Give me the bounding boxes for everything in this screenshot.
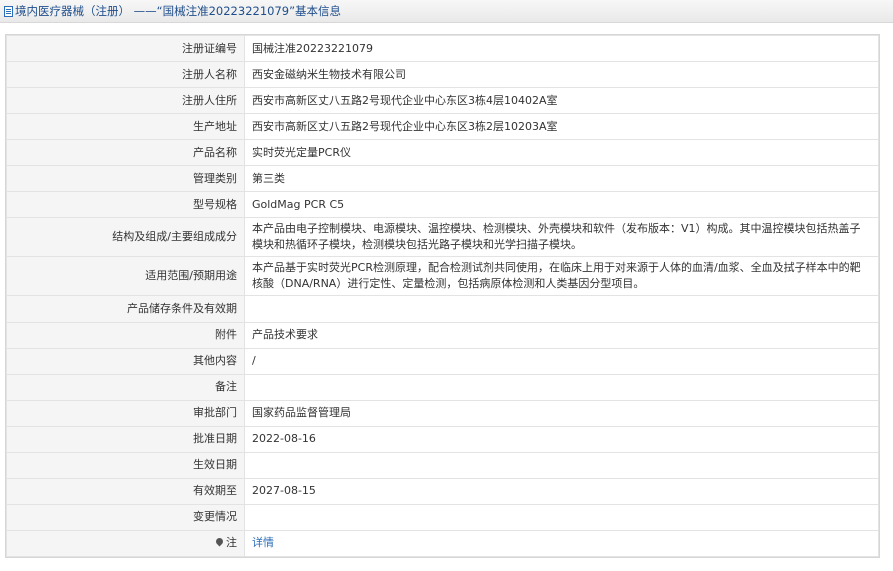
field-value-model-spec: GoldMag PCR C5 <box>244 191 879 219</box>
field-value-changes <box>244 503 879 531</box>
field-label-attachment: 附件 <box>6 321 245 349</box>
table-row: 注册人住所 西安市高新区丈八五路2号现代企业中心东区3栋4层10402A室 <box>6 87 879 115</box>
field-value-intended-use: 本产品基于实时荧光PCR检测原理，配合检测试剂共同使用，在临床上用于对来源于人体… <box>244 256 879 297</box>
field-label-management-category: 管理类别 <box>6 165 245 193</box>
field-label-remarks: 备注 <box>6 373 245 401</box>
field-value-approval-dept: 国家药品监督管理局 <box>244 399 879 427</box>
field-value-registrant-name: 西安金磁纳米生物技术有限公司 <box>244 61 879 89</box>
table-row: 有效期至 2027-08-15 <box>6 477 879 505</box>
table-row: 注册证编号 国械注准20223221079 <box>6 35 879 63</box>
table-row: 管理类别 第三类 <box>6 165 879 193</box>
field-label-note: 注 <box>6 529 245 557</box>
field-label-changes: 变更情况 <box>6 503 245 531</box>
field-label-model-spec: 型号规格 <box>6 191 245 219</box>
field-value-product-name: 实时荧光定量PCR仪 <box>244 139 879 167</box>
field-label-storage: 产品储存条件及有效期 <box>6 295 245 323</box>
field-value-remarks <box>244 373 879 401</box>
table-row: 批准日期 2022-08-16 <box>6 425 879 453</box>
table-row: 产品储存条件及有效期 <box>6 295 879 323</box>
info-table-container: 注册证编号 国械注准20223221079 注册人名称 西安金磁纳米生物技术有限… <box>5 34 880 558</box>
table-row: 变更情况 <box>6 503 879 531</box>
field-value-attachment: 产品技术要求 <box>244 321 879 349</box>
table-row: 注册人名称 西安金磁纳米生物技术有限公司 <box>6 61 879 89</box>
table-row: 型号规格 GoldMag PCR C5 <box>6 191 879 219</box>
field-value-storage <box>244 295 879 323</box>
table-row: 生产地址 西安市高新区丈八五路2号现代企业中心东区3栋2层10203A室 <box>6 113 879 141</box>
table-row: 适用范围/预期用途 本产品基于实时荧光PCR检测原理，配合检测试剂共同使用，在临… <box>6 256 879 297</box>
note-label-text: 注 <box>226 536 237 550</box>
field-value-valid-until: 2027-08-15 <box>244 477 879 505</box>
field-label-approval-dept: 审批部门 <box>6 399 245 427</box>
field-label-approval-date: 批准日期 <box>6 425 245 453</box>
field-label-product-name: 产品名称 <box>6 139 245 167</box>
info-table: 注册证编号 国械注准20223221079 注册人名称 西安金磁纳米生物技术有限… <box>6 35 879 557</box>
field-value-registrant-address: 西安市高新区丈八五路2号现代企业中心东区3栋4层10402A室 <box>244 87 879 115</box>
field-value-effective-date <box>244 451 879 479</box>
page-header: 境内医疗器械（注册） ——“国械注准20223221079”基本信息 <box>0 0 893 23</box>
table-row: 附件 产品技术要求 <box>6 321 879 349</box>
field-value-registration-no: 国械注准20223221079 <box>244 35 879 63</box>
table-row: 结构及组成/主要组成成分 本产品由电子控制模块、电源模块、温控模块、检测模块、外… <box>6 217 879 258</box>
field-label-valid-until: 有效期至 <box>6 477 245 505</box>
field-label-effective-date: 生效日期 <box>6 451 245 479</box>
field-label-registrant-address: 注册人住所 <box>6 87 245 115</box>
field-label-intended-use: 适用范围/预期用途 <box>6 256 245 297</box>
field-value-structure: 本产品由电子控制模块、电源模块、温控模块、检测模块、外壳模块和软件（发布版本：V… <box>244 217 879 258</box>
table-row: 审批部门 国家药品监督管理局 <box>6 399 879 427</box>
document-icon <box>4 5 13 17</box>
field-value-management-category: 第三类 <box>244 165 879 193</box>
field-label-registration-no: 注册证编号 <box>6 35 245 63</box>
table-row: 产品名称 实时荧光定量PCR仪 <box>6 139 879 167</box>
table-row: 注 详情 <box>6 529 879 557</box>
pin-icon <box>214 536 225 547</box>
table-row: 备注 <box>6 373 879 401</box>
field-label-registrant-name: 注册人名称 <box>6 61 245 89</box>
table-row: 其他内容 / <box>6 347 879 375</box>
page-title: 境内医疗器械（注册） ——“国械注准20223221079”基本信息 <box>15 4 342 18</box>
field-value-other: / <box>244 347 879 375</box>
table-row: 生效日期 <box>6 451 879 479</box>
field-value-approval-date: 2022-08-16 <box>244 425 879 453</box>
field-value-production-address: 西安市高新区丈八五路2号现代企业中心东区3栋2层10203A室 <box>244 113 879 141</box>
field-label-production-address: 生产地址 <box>6 113 245 141</box>
field-label-structure: 结构及组成/主要组成成分 <box>6 217 245 258</box>
details-link[interactable]: 详情 <box>252 536 274 549</box>
field-label-other: 其他内容 <box>6 347 245 375</box>
field-value-note: 详情 <box>244 529 879 557</box>
